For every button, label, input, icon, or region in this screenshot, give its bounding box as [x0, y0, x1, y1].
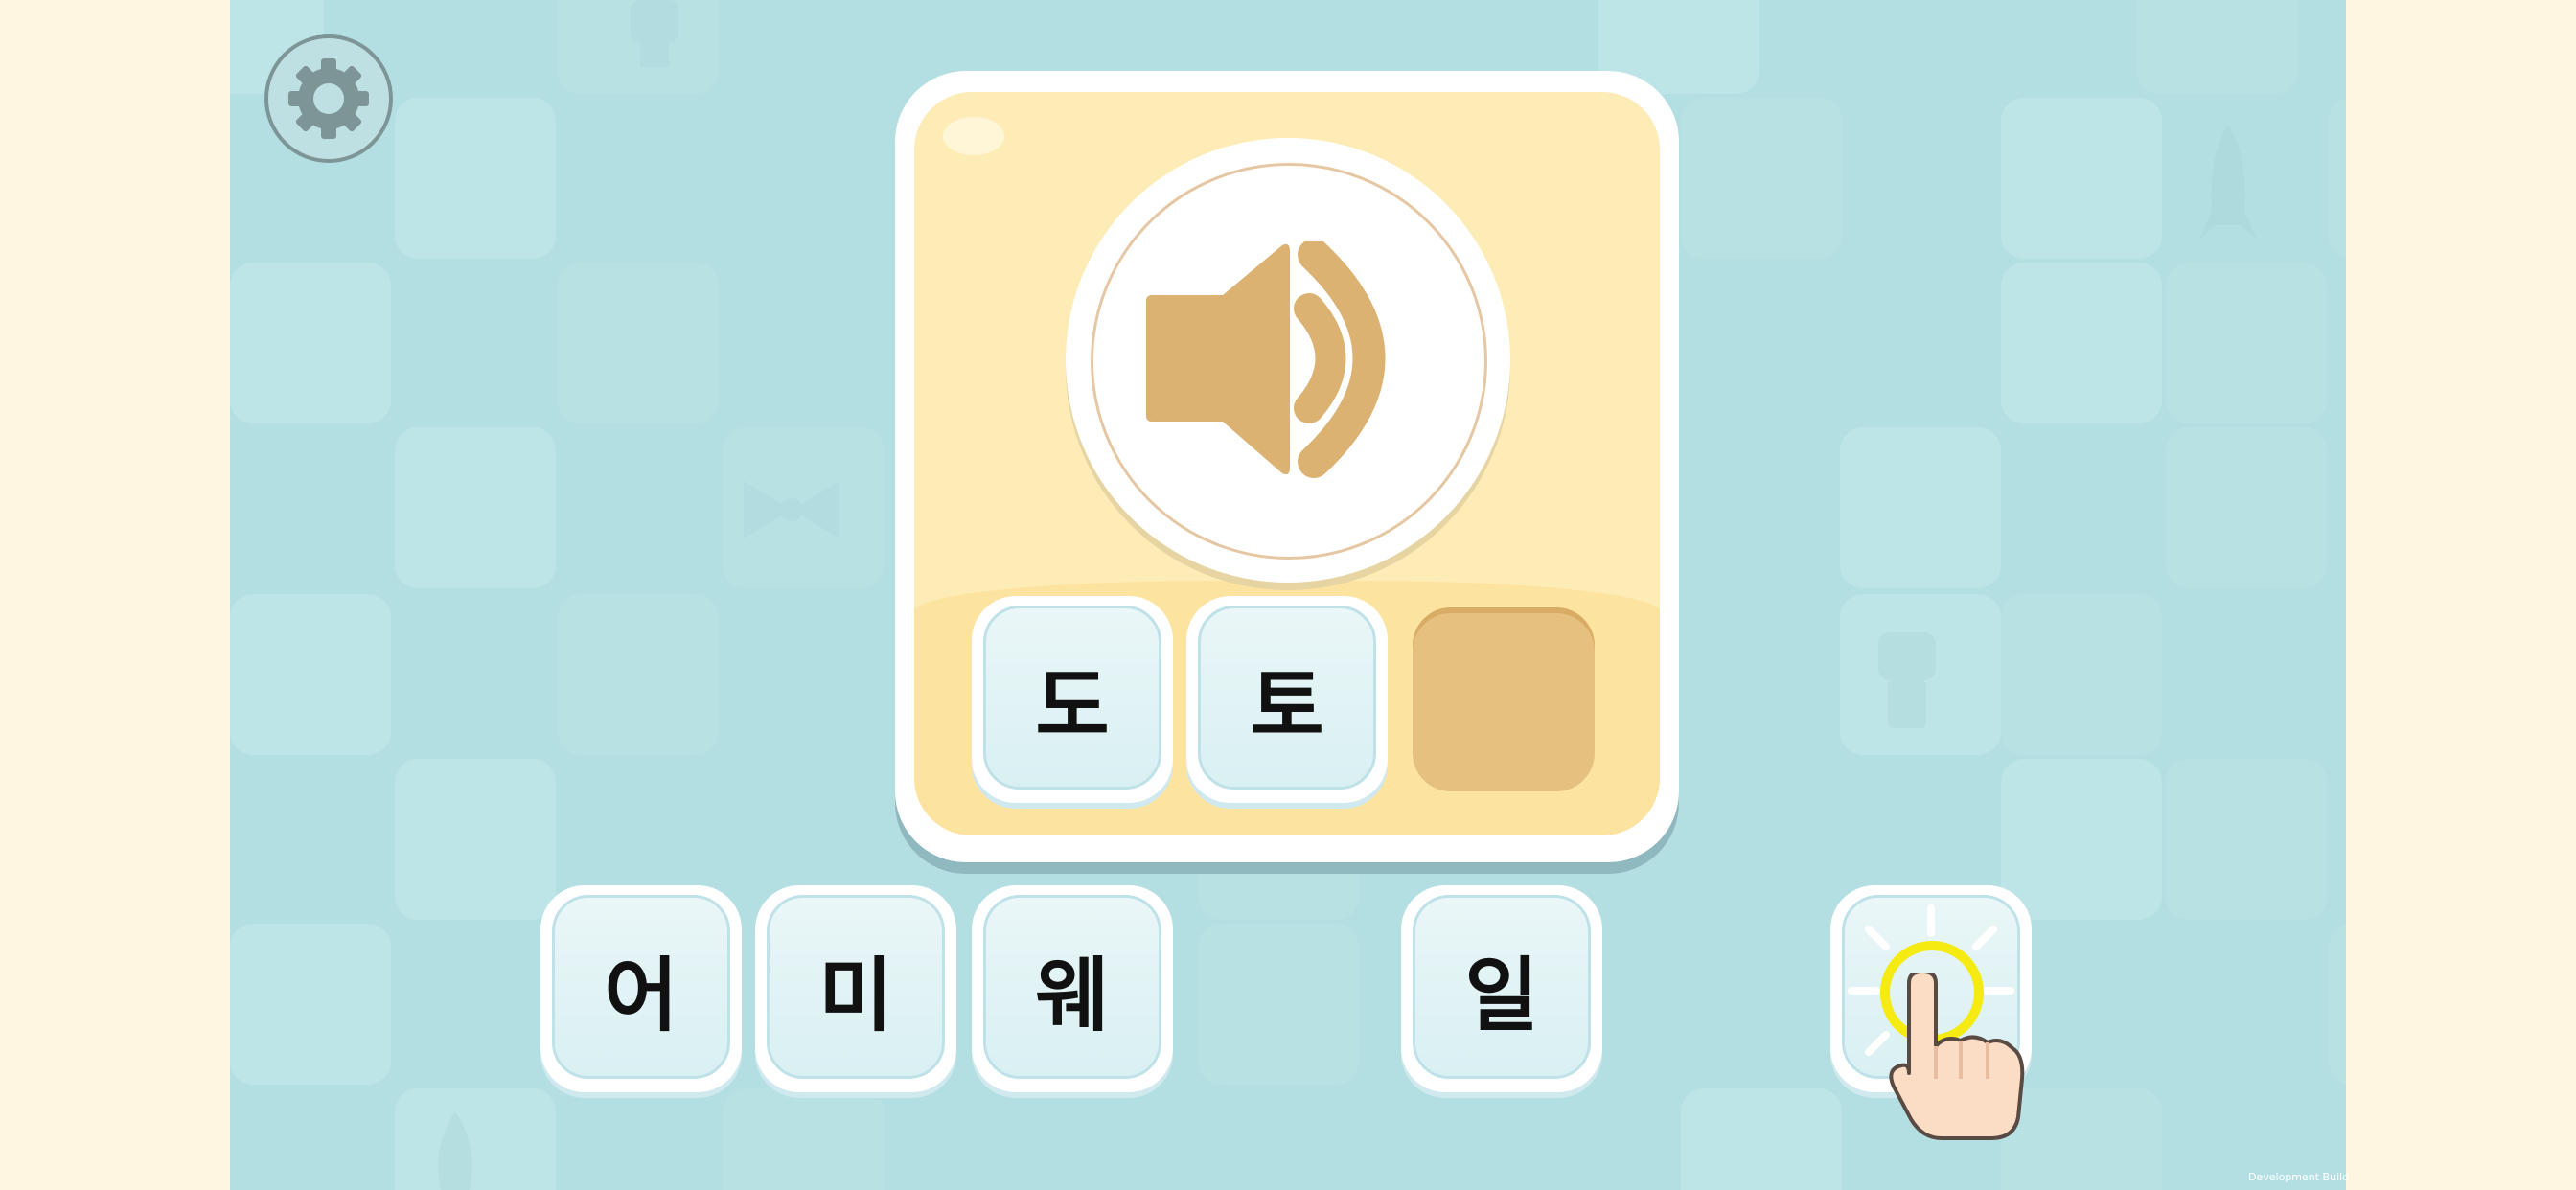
background-tile	[395, 759, 556, 920]
choice-letter: 웨	[1035, 948, 1110, 1042]
background-tile	[2137, 0, 2298, 94]
answer-slot-1[interactable]: 도	[972, 596, 1173, 803]
background-tile	[2001, 263, 2162, 423]
gear-icon	[288, 58, 369, 139]
choice-tile-2[interactable]: 미	[755, 885, 956, 1092]
background-tile	[230, 924, 391, 1085]
answer-letter: 도	[1035, 658, 1110, 753]
background-tile	[2166, 427, 2327, 588]
background-tile	[723, 1088, 884, 1190]
background-tile	[558, 263, 719, 423]
background-tile	[230, 594, 391, 755]
choice-letter: 어	[604, 948, 678, 1042]
background-tile	[558, 594, 719, 755]
choice-tile-1[interactable]: 어	[540, 885, 742, 1092]
build-label: Development Build	[2248, 1171, 2350, 1183]
background-tile	[395, 98, 556, 259]
answer-letter: 토	[1250, 658, 1324, 753]
background-tile	[395, 427, 556, 588]
bow-silhouette-icon	[744, 481, 840, 538]
background-tile	[2001, 594, 2162, 755]
background-tile	[1840, 427, 2001, 588]
speaker-icon	[1146, 241, 1386, 478]
choice-letter: 미	[818, 948, 893, 1042]
settings-button[interactable]	[264, 34, 393, 163]
card-shine	[943, 117, 1004, 155]
background-tile	[2329, 98, 2346, 259]
background-tile	[2166, 263, 2327, 423]
robot-silhouette-icon	[631, 0, 678, 67]
rocket-silhouette-icon	[2199, 125, 2257, 240]
pointing-hand-icon	[1889, 973, 2025, 1140]
background-tile	[2329, 924, 2346, 1085]
background-tile	[1681, 98, 1842, 259]
choice-letter: 일	[1464, 948, 1539, 1042]
answer-slot-3-empty[interactable]	[1413, 607, 1595, 791]
choice-tile-4[interactable]: 일	[1401, 885, 1602, 1092]
background-tile	[2001, 98, 2162, 259]
background-tile	[2166, 759, 2327, 920]
rocket-silhouette-icon	[438, 1111, 472, 1190]
background-tile	[1681, 1088, 1842, 1190]
background-tile	[1198, 924, 1359, 1085]
background-tile	[230, 263, 391, 423]
answer-slot-2[interactable]: 토	[1186, 596, 1388, 803]
choice-tile-3[interactable]: 웨	[972, 885, 1173, 1092]
play-sound-button[interactable]	[1066, 138, 1510, 583]
robot-silhouette-icon	[1878, 632, 1936, 728]
